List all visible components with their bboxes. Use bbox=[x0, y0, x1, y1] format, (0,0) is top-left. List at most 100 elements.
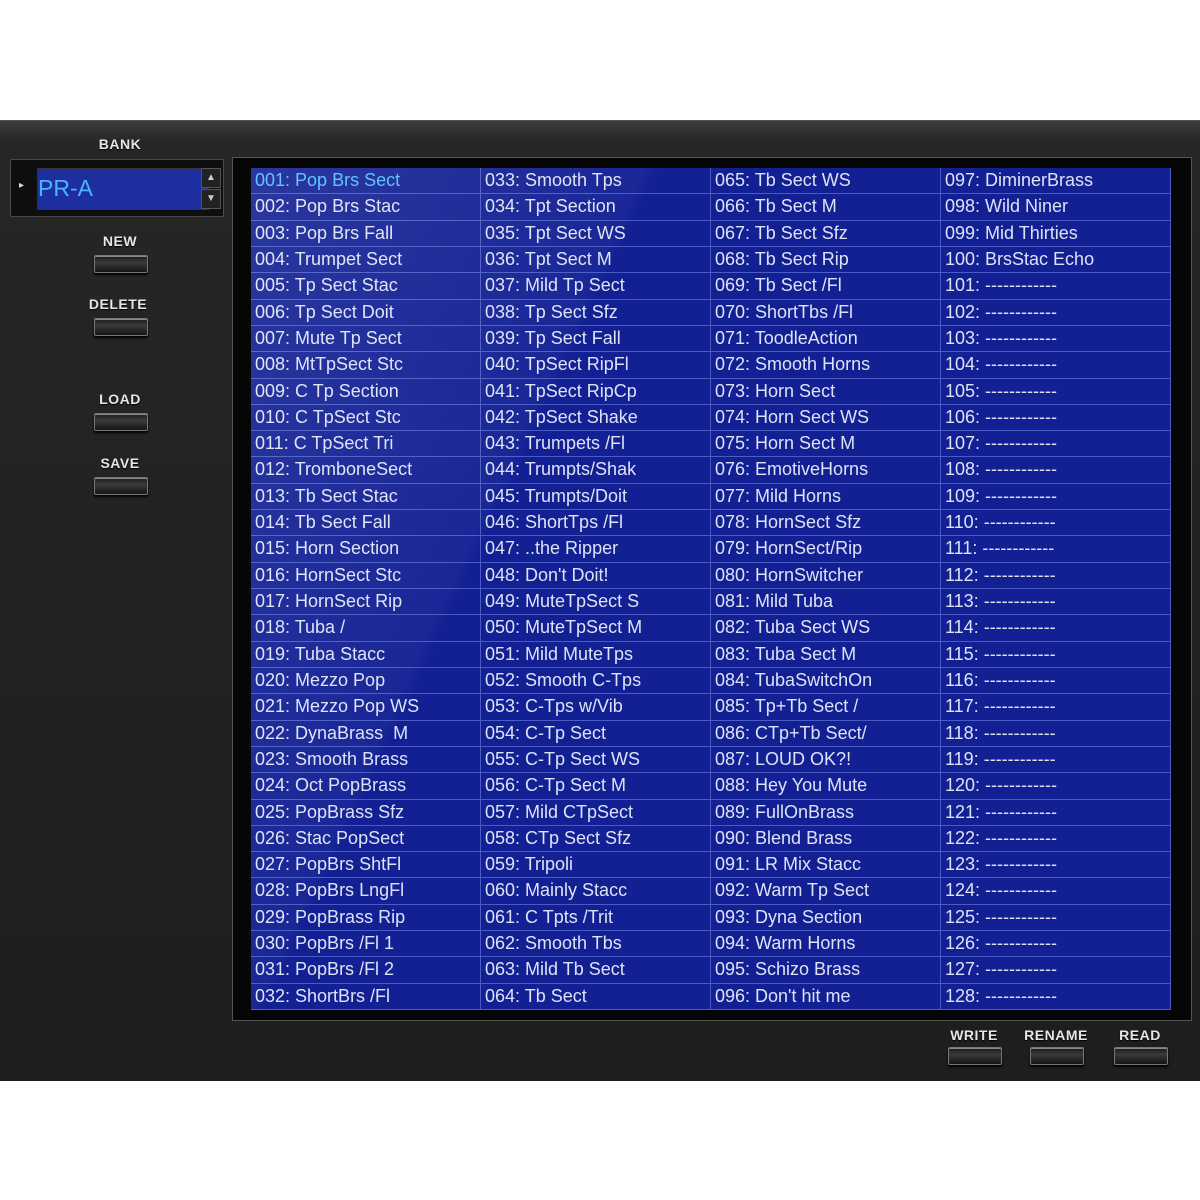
patch-item[interactable]: 065: Tb Sect WS bbox=[711, 168, 941, 195]
new-button[interactable] bbox=[94, 255, 148, 273]
patch-item[interactable]: 060: Mainly Stacc bbox=[481, 878, 711, 905]
patch-item[interactable]: 061: C Tpts /Trit bbox=[481, 904, 711, 932]
patch-item[interactable]: 095: Schizo Brass bbox=[711, 957, 941, 984]
bank-selector[interactable]: ▸ PR-A ▲ ▼ bbox=[10, 159, 224, 217]
patch-item[interactable]: 024: Oct PopBrass bbox=[251, 773, 481, 800]
patch-item[interactable]: 107: ------------ bbox=[941, 431, 1171, 458]
patch-item[interactable]: 122: ------------ bbox=[941, 825, 1171, 853]
patch-item[interactable]: 026: Stac PopSect bbox=[251, 825, 481, 853]
patch-item[interactable]: 069: Tb Sect /Fl bbox=[711, 273, 941, 300]
patch-item[interactable]: 059: Tripoli bbox=[481, 852, 711, 879]
read-button[interactable] bbox=[1114, 1047, 1168, 1065]
patch-item[interactable]: 108: ------------ bbox=[941, 457, 1171, 484]
patch-item[interactable]: 027: PopBrs ShtFl bbox=[251, 852, 481, 879]
patch-item[interactable]: 028: PopBrs LngFl bbox=[251, 878, 481, 905]
patch-item[interactable]: 041: TpSect RipCp bbox=[481, 378, 711, 405]
patch-item[interactable]: 110: ------------ bbox=[941, 510, 1171, 537]
patch-item[interactable]: 017: HornSect Rip bbox=[251, 589, 481, 616]
patch-item[interactable]: 002: Pop Brs Stac bbox=[251, 194, 481, 221]
patch-item[interactable]: 114: ------------ bbox=[941, 615, 1171, 642]
patch-item[interactable]: 045: Trumpts/Doit bbox=[481, 483, 711, 511]
patch-item[interactable]: 090: Blend Brass bbox=[711, 825, 941, 853]
patch-item[interactable]: 081: Mild Tuba bbox=[711, 589, 941, 616]
patch-item[interactable]: 096: Don't hit me bbox=[711, 983, 941, 1010]
patch-item[interactable]: 079: HornSect/Rip bbox=[711, 536, 941, 563]
patch-item[interactable]: 052: Smooth C-Tps bbox=[481, 667, 711, 695]
patch-item[interactable]: 068: Tb Sect Rip bbox=[711, 246, 941, 274]
patch-item[interactable]: 066: Tb Sect M bbox=[711, 194, 941, 221]
patch-item[interactable]: 124: ------------ bbox=[941, 878, 1171, 905]
patch-item[interactable]: 057: Mild CTpSect bbox=[481, 799, 711, 826]
patch-item[interactable]: 106: ------------ bbox=[941, 404, 1171, 432]
bank-up-arrow-icon[interactable]: ▲ bbox=[201, 168, 221, 188]
patch-item[interactable]: 117: ------------ bbox=[941, 694, 1171, 721]
patch-item[interactable]: 126: ------------ bbox=[941, 931, 1171, 958]
patch-item[interactable]: 012: TromboneSect bbox=[251, 457, 481, 484]
patch-item[interactable]: 104: ------------ bbox=[941, 352, 1171, 379]
patch-item[interactable]: 091: LR Mix Stacc bbox=[711, 852, 941, 879]
patch-item[interactable]: 072: Smooth Horns bbox=[711, 352, 941, 379]
patch-item[interactable]: 037: Mild Tp Sect bbox=[481, 273, 711, 300]
patch-item[interactable]: 038: Tp Sect Sfz bbox=[481, 299, 711, 326]
load-button[interactable] bbox=[94, 413, 148, 431]
patch-item[interactable]: 102: ------------ bbox=[941, 299, 1171, 326]
patch-item[interactable]: 127: ------------ bbox=[941, 957, 1171, 984]
bank-down-arrow-icon[interactable]: ▼ bbox=[201, 189, 221, 209]
patch-item[interactable]: 088: Hey You Mute bbox=[711, 773, 941, 800]
patch-item[interactable]: 043: Trumpets /Fl bbox=[481, 431, 711, 458]
patch-item[interactable]: 085: Tp+Tb Sect / bbox=[711, 694, 941, 721]
patch-item[interactable]: 093: Dyna Section bbox=[711, 904, 941, 932]
patch-item[interactable]: 083: Tuba Sect M bbox=[711, 641, 941, 668]
patch-list[interactable]: 001: Pop Brs Sect 002: Pop Brs Stac 003: P… bbox=[251, 168, 1171, 1010]
patch-item[interactable]: 123: ------------ bbox=[941, 852, 1171, 879]
patch-item[interactable]: 089: FullOnBrass bbox=[711, 799, 941, 826]
patch-item[interactable]: 062: Smooth Tbs bbox=[481, 931, 711, 958]
patch-item[interactable]: 073: Horn Sect bbox=[711, 378, 941, 405]
patch-item[interactable]: 048: Don't Doit! bbox=[481, 562, 711, 589]
save-button[interactable] bbox=[94, 477, 148, 495]
patch-item[interactable]: 067: Tb Sect Sfz bbox=[711, 220, 941, 247]
patch-item-selected[interactable]: 001: Pop Brs Sect bbox=[251, 168, 481, 195]
bank-display[interactable]: PR-A bbox=[37, 168, 209, 210]
patch-item[interactable]: 039: Tp Sect Fall bbox=[481, 325, 711, 353]
patch-item[interactable]: 125: ------------ bbox=[941, 904, 1171, 932]
patch-item[interactable]: 105: ------------ bbox=[941, 378, 1171, 405]
patch-item[interactable]: 046: ShortTps /Fl bbox=[481, 510, 711, 537]
patch-item[interactable]: 006: Tp Sect Doit bbox=[251, 299, 481, 326]
patch-item[interactable]: 056: C-Tp Sect M bbox=[481, 773, 711, 800]
patch-item[interactable]: 010: C TpSect Stc bbox=[251, 404, 481, 432]
patch-item[interactable]: 077: Mild Horns bbox=[711, 483, 941, 511]
patch-item[interactable]: 092: Warm Tp Sect bbox=[711, 878, 941, 905]
patch-item[interactable]: 103: ------------ bbox=[941, 325, 1171, 353]
patch-item[interactable]: 084: TubaSwitchOn bbox=[711, 667, 941, 695]
patch-item[interactable]: 021: Mezzo Pop WS bbox=[251, 694, 481, 721]
patch-item[interactable]: 094: Warm Horns bbox=[711, 931, 941, 958]
patch-item[interactable]: 040: TpSect RipFl bbox=[481, 352, 711, 379]
patch-item[interactable]: 016: HornSect Stc bbox=[251, 562, 481, 589]
patch-item[interactable]: 098: Wild Niner bbox=[941, 194, 1171, 221]
patch-item[interactable]: 111: ------------ bbox=[941, 536, 1171, 563]
patch-item[interactable]: 047: ..the Ripper bbox=[481, 536, 711, 563]
patch-item[interactable]: 044: Trumpts/Shak bbox=[481, 457, 711, 484]
patch-item[interactable]: 116: ------------ bbox=[941, 667, 1171, 695]
patch-item[interactable]: 004: Trumpet Sect bbox=[251, 246, 481, 274]
patch-item[interactable]: 086: CTp+Tb Sect/ bbox=[711, 720, 941, 747]
patch-item[interactable]: 033: Smooth Tps bbox=[481, 168, 711, 195]
write-button[interactable] bbox=[948, 1047, 1002, 1065]
patch-item[interactable]: 015: Horn Section bbox=[251, 536, 481, 563]
patch-item[interactable]: 030: PopBrs /Fl 1 bbox=[251, 931, 481, 958]
patch-item[interactable]: 014: Tb Sect Fall bbox=[251, 510, 481, 537]
patch-item[interactable]: 113: ------------ bbox=[941, 589, 1171, 616]
patch-item[interactable]: 053: C-Tps w/Vib bbox=[481, 694, 711, 721]
patch-item[interactable]: 119: ------------ bbox=[941, 746, 1171, 774]
patch-item[interactable]: 018: Tuba / bbox=[251, 615, 481, 642]
patch-item[interactable]: 076: EmotiveHorns bbox=[711, 457, 941, 484]
patch-item[interactable]: 064: Tb Sect bbox=[481, 983, 711, 1010]
patch-item[interactable]: 118: ------------ bbox=[941, 720, 1171, 747]
patch-item[interactable]: 020: Mezzo Pop bbox=[251, 667, 481, 695]
patch-item[interactable]: 035: Tpt Sect WS bbox=[481, 220, 711, 247]
patch-item[interactable]: 029: PopBrass Rip bbox=[251, 904, 481, 932]
patch-item[interactable]: 109: ------------ bbox=[941, 483, 1171, 511]
patch-item[interactable]: 019: Tuba Stacc bbox=[251, 641, 481, 668]
patch-item[interactable]: 121: ------------ bbox=[941, 799, 1171, 826]
